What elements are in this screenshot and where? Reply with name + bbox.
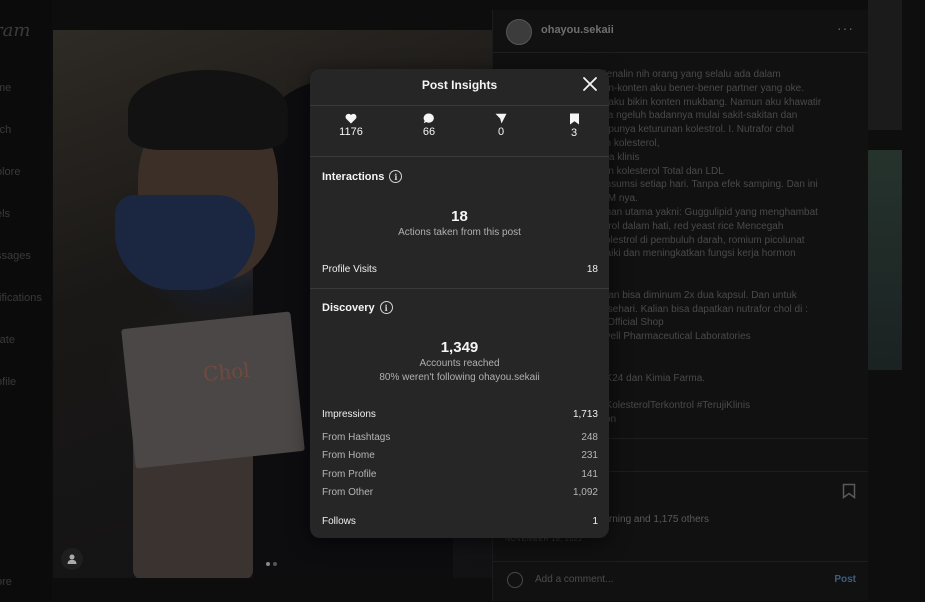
profile-visits-value: 18 — [586, 264, 598, 275]
stat-saves-value: 3 — [570, 127, 578, 139]
post-insights-modal: Post Insights 1176 66 0 3 Interactions i… — [310, 69, 609, 538]
follows-value: 1 — [592, 516, 598, 527]
nav-item-reels[interactable]: els — [0, 208, 10, 220]
source-row-profile: From Profile 141 — [322, 469, 598, 480]
follows-row: Follows 1 — [322, 516, 598, 527]
stat-shares: 0 — [481, 113, 521, 138]
bookmark-icon — [569, 113, 579, 125]
interactions-title: Interactions — [322, 170, 385, 183]
tagged-users-icon[interactable] — [61, 548, 83, 570]
source-row-hashtags: From Hashtags 248 — [322, 432, 598, 443]
stat-saves: 3 — [554, 113, 594, 139]
comment-input[interactable]: Add a comment... — [535, 574, 613, 585]
nav-item-notifications[interactable]: tifications — [0, 292, 42, 304]
source-value: 141 — [581, 469, 598, 480]
following-note: 80% weren't following ohayou.sekaii — [379, 372, 540, 383]
stat-shares-value: 0 — [497, 126, 505, 138]
profile-visits-row: Profile Visits 18 — [322, 264, 598, 275]
follows-label: Follows — [322, 516, 356, 527]
source-label: From Other — [322, 487, 374, 498]
more-options-icon[interactable]: ··· — [837, 20, 854, 36]
heart-icon — [345, 113, 357, 124]
stat-comments: 66 — [409, 113, 449, 138]
accounts-reached-count: 1,349 — [440, 339, 479, 356]
interactions-info-icon[interactable]: i — [389, 170, 403, 183]
stat-likes: 1176 — [331, 113, 371, 138]
comment-icon — [423, 113, 434, 124]
nav-item-messages[interactable]: ssages — [0, 250, 31, 262]
stat-comments-value: 66 — [422, 126, 436, 138]
impressions-value: 1,713 — [572, 409, 598, 420]
source-value: 248 — [581, 432, 598, 443]
source-label: From Home — [322, 450, 375, 461]
profile-visits-label: Profile Visits — [322, 264, 377, 275]
post-username[interactable]: ohayou.sekaii — [541, 24, 614, 36]
nav-item-more[interactable]: ore — [0, 576, 12, 588]
source-value: 1,092 — [572, 487, 598, 498]
source-row-other: From Other 1,092 — [322, 487, 598, 498]
discovery-section-title: Discovery i — [322, 301, 393, 314]
source-row-home: From Home 231 — [322, 450, 598, 461]
emoji-icon[interactable] — [507, 572, 523, 588]
post-header: ohayou.sekaii ··· — [493, 10, 868, 53]
nav-item-search[interactable]: rch — [0, 124, 11, 136]
background-nav: ram me rch olore els ssages tifications … — [0, 0, 52, 601]
interactions-count: 18 — [451, 208, 468, 225]
post-comment-button[interactable]: Post — [834, 574, 856, 585]
background-strip — [868, 0, 925, 601]
nav-item-explore[interactable]: olore — [0, 166, 20, 178]
nav-item-home[interactable]: me — [0, 82, 11, 94]
close-icon[interactable] — [581, 75, 599, 93]
avatar[interactable] — [506, 19, 532, 45]
comment-bar: Add a comment... Post — [493, 561, 868, 602]
nav-item-profile[interactable]: ofile — [0, 376, 16, 388]
modal-title: Post Insights — [421, 78, 498, 92]
share-icon — [495, 113, 507, 124]
interactions-caption: Actions taken from this post — [398, 227, 521, 238]
discovery-info-icon[interactable]: i — [379, 301, 393, 314]
likes-summary[interactable]: morning and 1,175 others — [595, 514, 709, 525]
impressions-row: Impressions 1,713 — [322, 409, 598, 420]
impressions-label: Impressions — [322, 409, 376, 420]
accounts-reached-caption: Accounts reached — [419, 358, 500, 369]
save-icon[interactable] — [842, 483, 856, 499]
stat-likes-value: 1176 — [339, 126, 363, 138]
app-logo: ram — [0, 20, 31, 41]
source-label: From Hashtags — [322, 432, 391, 443]
discovery-title: Discovery — [322, 301, 375, 314]
carousel-dots — [266, 562, 277, 566]
nav-item-create[interactable]: rate — [0, 334, 15, 346]
source-value: 231 — [581, 450, 598, 461]
stats-row: 1176 66 0 3 — [310, 107, 609, 153]
interactions-section-title: Interactions i — [322, 170, 403, 183]
source-label: From Profile — [322, 469, 377, 480]
